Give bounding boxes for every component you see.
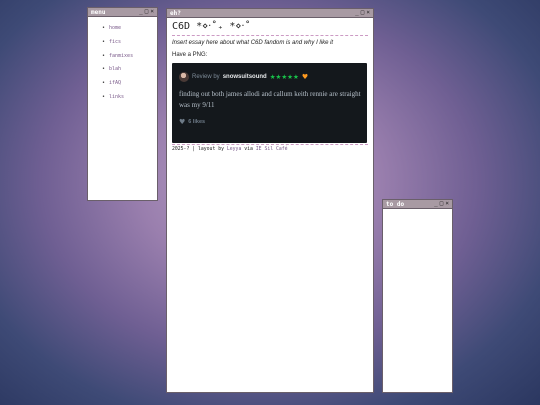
footer-via: via (244, 147, 253, 152)
main-window-title: eh? (170, 9, 181, 17)
menu-item-fanmixes[interactable]: fanmixes (102, 53, 157, 59)
avatar (179, 72, 189, 82)
footer: 2025-? | layout by Leyya via IE Sil Café (172, 144, 368, 152)
minimize-icon[interactable]: _ (139, 9, 143, 15)
review-text: finding out both james allodi and callum… (179, 90, 361, 109)
menu-window: menu _ □ × home fics fanmixes blah ifAQ … (87, 7, 158, 201)
menu-window-title: menu (91, 8, 106, 16)
heart-icon: ♥ (301, 73, 309, 81)
intro-text: Insert essay here about what C6D fandom … (172, 40, 334, 46)
main-titlebar[interactable]: eh? _ □ × (167, 9, 373, 18)
menu-titlebar[interactable]: menu _ □ × (88, 8, 157, 17)
minimize-icon[interactable]: _ (355, 10, 359, 16)
likes-count: 6 likes (188, 119, 206, 125)
footer-source-link[interactable]: IE Sil Café (256, 147, 288, 152)
footer-layout-by: layout by (198, 147, 224, 152)
menu-item-links[interactable]: links (102, 94, 157, 100)
maximize-icon[interactable]: □ (361, 10, 365, 16)
footer-year: 2025-? (172, 147, 190, 152)
footer-sep: | (192, 147, 196, 152)
main-window: eh? _ □ × C6D *⋄‧˚₊ *⋄‧˚ Insert essay he… (166, 8, 374, 393)
star-rating: ★★★★★ (269, 73, 299, 81)
like-heart-icon: ♥ (179, 118, 186, 126)
maximize-icon[interactable]: □ (145, 9, 149, 15)
review-username: snowsuitsound (222, 74, 267, 80)
have-png-text: Have a PNG: (172, 52, 208, 58)
close-icon[interactable]: × (445, 201, 449, 207)
todo-titlebar[interactable]: to do _ □ × (383, 200, 452, 209)
menu-item-blah[interactable]: blah (102, 66, 157, 72)
menu-list: home fics fanmixes blah ifAQ links (88, 25, 157, 100)
menu-item-ifaq[interactable]: ifAQ (102, 80, 157, 86)
minimize-icon[interactable]: _ (434, 201, 438, 207)
close-icon[interactable]: × (150, 9, 154, 15)
close-icon[interactable]: × (366, 10, 370, 16)
menu-item-fics[interactable]: fics (102, 39, 157, 45)
todo-window: to do _ □ × (382, 199, 453, 393)
page-heading: C6D *⋄‧˚₊ *⋄‧˚ (172, 21, 368, 36)
todo-window-title: to do (386, 200, 405, 208)
menu-item-home[interactable]: home (102, 25, 157, 31)
review-by-label: Review by (192, 74, 220, 80)
review-card-image: Review by snowsuitsound ★★★★★ ♥ finding … (172, 63, 367, 143)
maximize-icon[interactable]: □ (440, 201, 444, 207)
footer-author-link[interactable]: Leyya (227, 147, 241, 152)
